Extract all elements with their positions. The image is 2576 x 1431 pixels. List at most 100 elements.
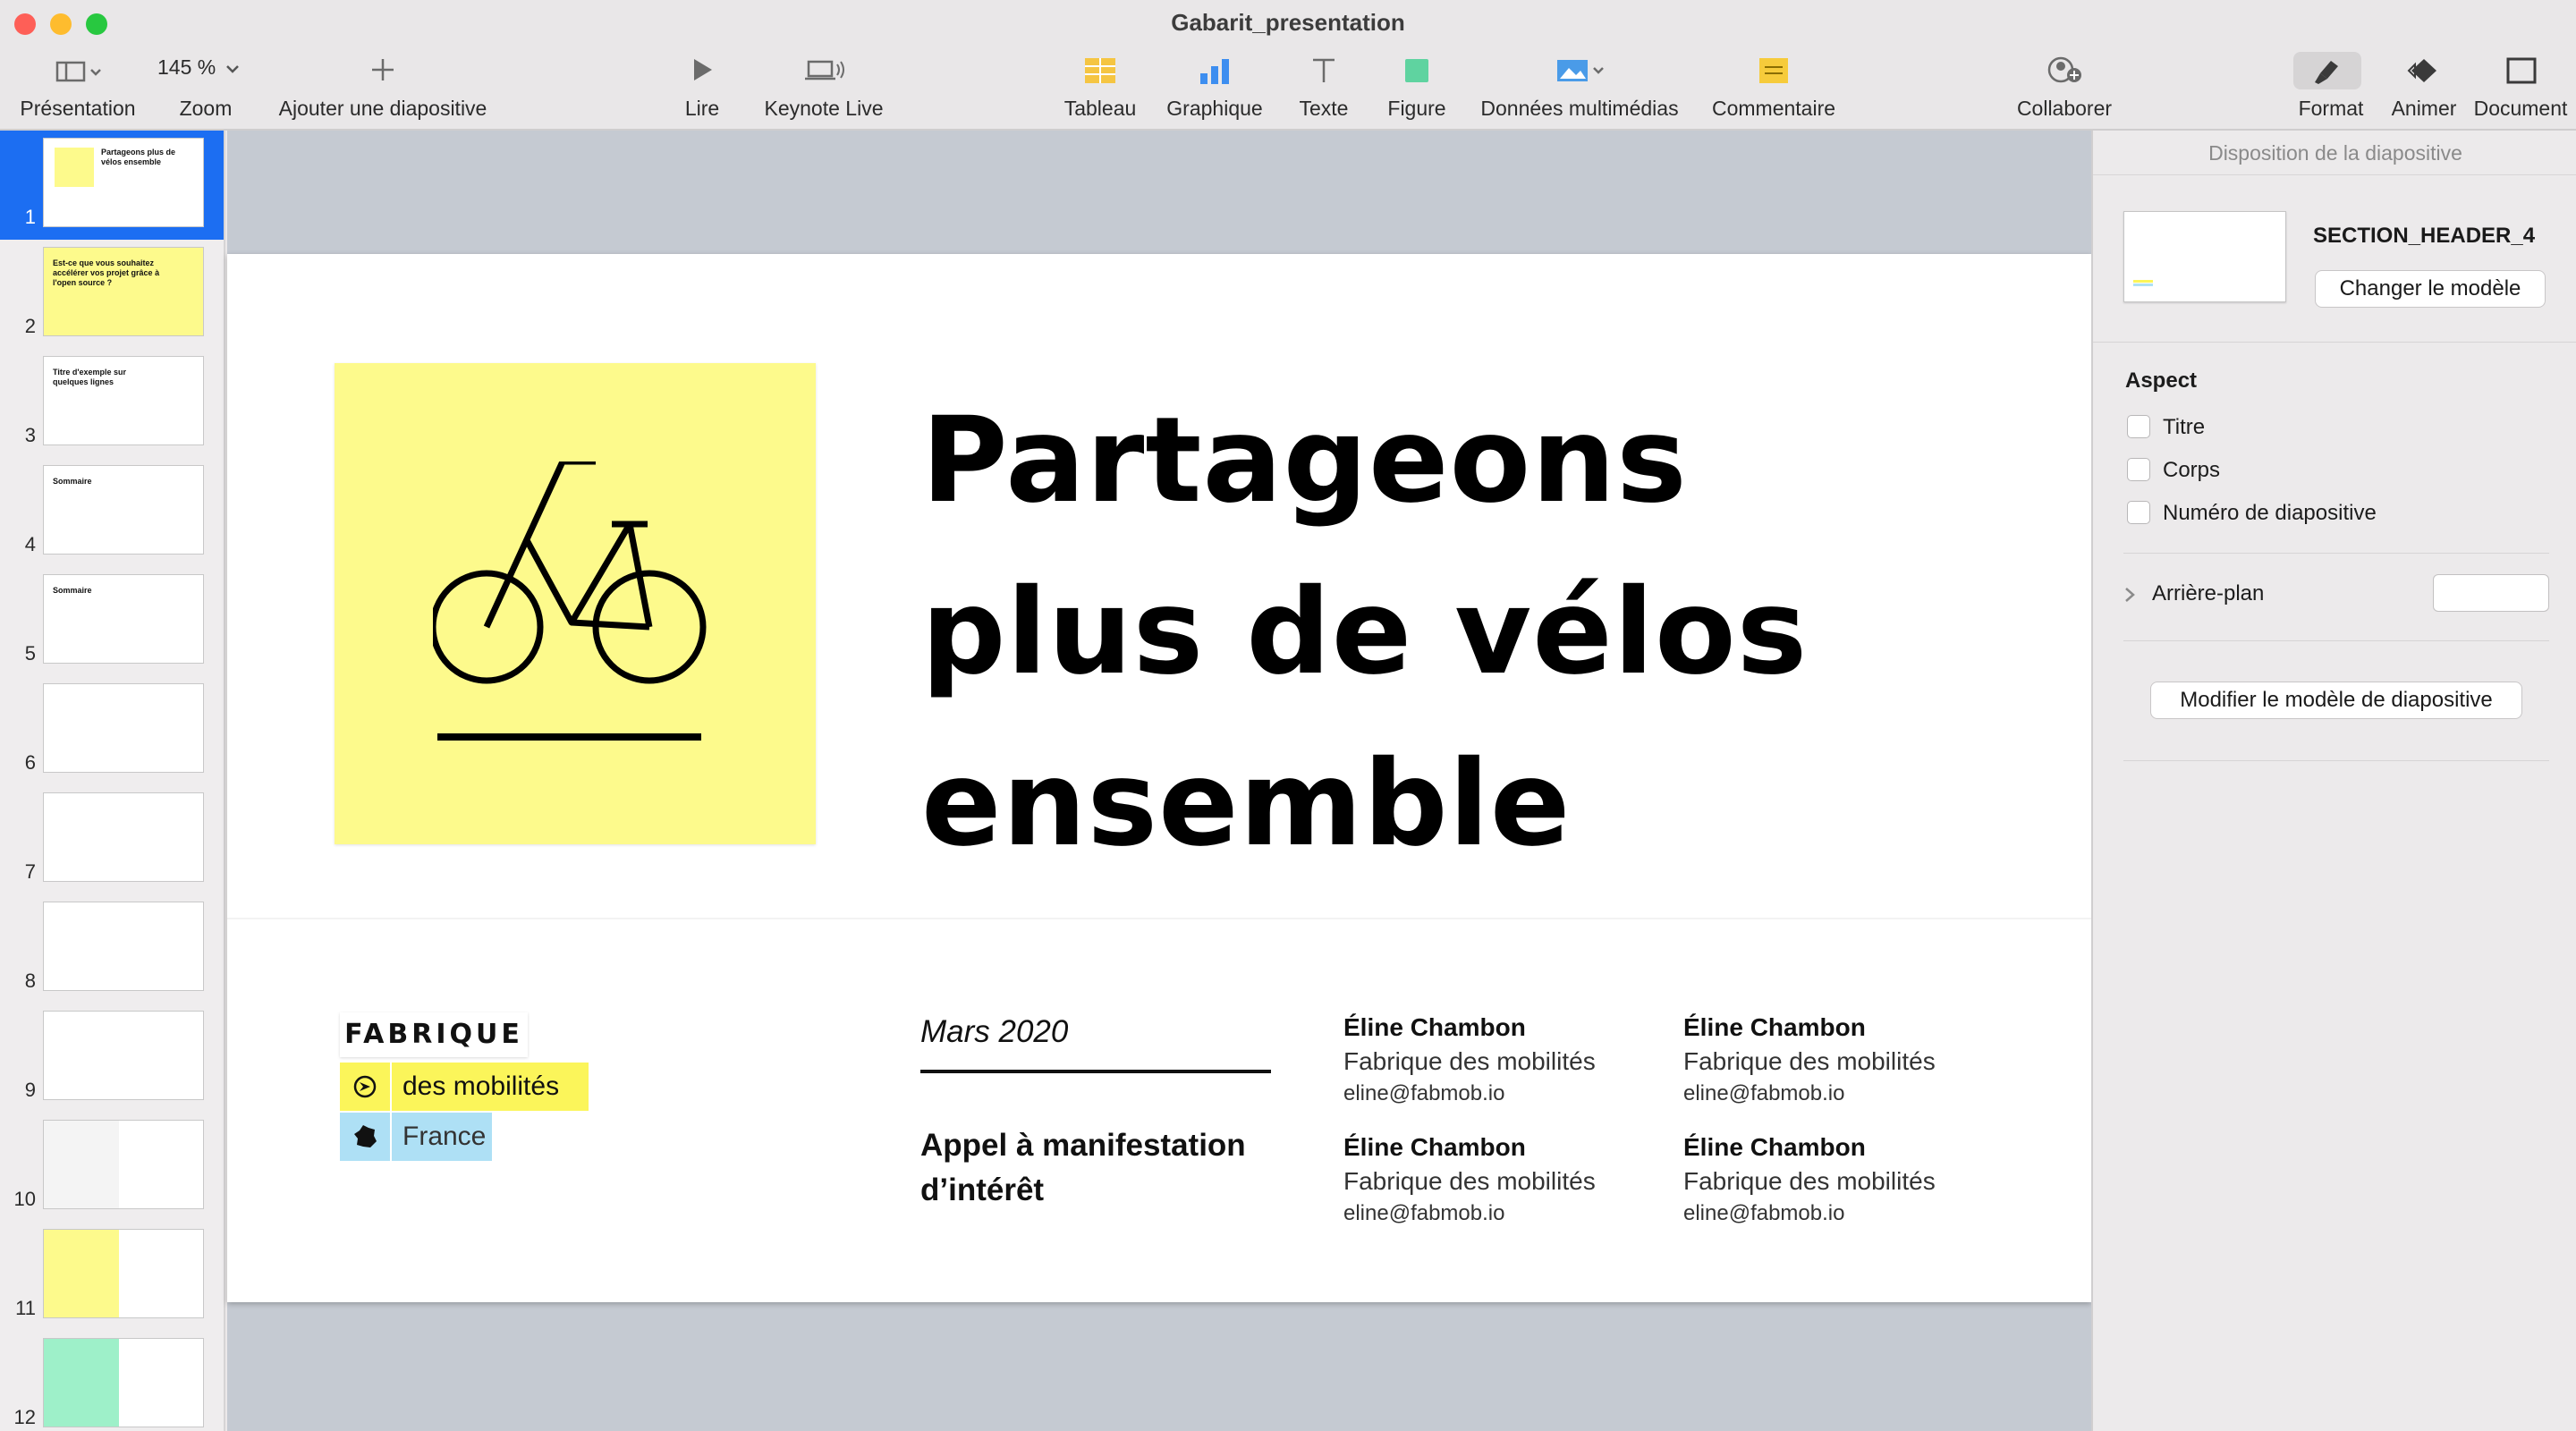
change-master-button[interactable]: Changer le modèle [2315,270,2546,308]
contact-card[interactable]: Éline Chambon Fabrique des mobilités eline… [1683,1130,2005,1229]
layout-thumbnail[interactable] [2123,211,2286,302]
zoom-value: 145 % [157,55,216,79]
slide-thumbnail[interactable]: Titre d'exemple sur quelques lignes [43,356,204,445]
slide-thumbnail-row[interactable]: 7 [0,785,224,894]
chevron-right-icon [2125,588,2135,602]
contact-name: Éline Chambon [1683,1133,1866,1161]
background-color-well[interactable] [2433,574,2549,612]
appearance-checkbox-row[interactable]: Numéro de diapositive [2127,499,2538,529]
slide-thumbnail-row[interactable]: 2 Est-ce que vous souhaitez accélérer vos… [0,240,224,349]
slide-thumbnail[interactable] [43,792,204,882]
slide-thumbnail[interactable] [43,1120,204,1209]
slide-thumbnail[interactable] [43,1338,204,1427]
slide-thumbnail-row[interactable]: 8 [0,894,224,1003]
zoom-control[interactable]: 145 % Zoom [152,52,259,123]
slide-thumbnail-row[interactable]: 10 [0,1113,224,1222]
slide-thumbnail-row[interactable]: 5 Sommaire [0,567,224,676]
title-line-3: ensemble [921,735,1572,873]
slide-thumbnail[interactable] [43,1011,204,1100]
comment-button[interactable]: Commentaire [1699,52,1848,123]
subtitle-line-2: d’intérêt [920,1173,1045,1207]
keynote-live-icon [805,60,844,80]
checkbox[interactable] [2127,415,2150,438]
slide-number: 8 [24,970,36,992]
format-button[interactable]: Format [2290,52,2372,123]
checkbox[interactable] [2127,501,2150,524]
france-map-icon [354,1125,377,1147]
shape-label: Figure [1387,97,1446,120]
slide-subtitle[interactable]: Appel à manifestation d’intérêt [920,1123,1332,1213]
slide[interactable]: Partageons plus de vélos ensemble FABRIQ… [227,254,2091,1302]
animate-icon [2407,59,2436,82]
slide-navigator: 1 Partageons plus de vélos ensemble 2 Est-c… [0,131,225,1431]
play-label: Lire [684,97,720,120]
contact-card[interactable]: Éline Chambon Fabrique des mobilités eline… [1343,1130,1665,1229]
slide-thumbnail[interactable]: Sommaire [43,574,204,664]
table-icon [1085,58,1115,83]
media-label: Données multimédias [1480,97,1679,120]
document-button[interactable]: Document [2470,52,2571,123]
slide-date[interactable]: Mars 2020 [920,1014,1278,1050]
slide-thumbnail-row[interactable]: 4 Sommaire [0,458,224,567]
contact-name: Éline Chambon [1683,1013,1866,1041]
appearance-checkbox-row[interactable]: Titre [2127,413,2538,444]
contact-email: eline@fabmob.io [1683,1081,1845,1105]
slide-thumbnail-title: Titre d'exemple sur quelques lignes [53,368,127,386]
checkbox-label: Corps [2163,458,2221,482]
slide-thumbnail-row[interactable]: 11 [0,1222,224,1331]
contact-name: Éline Chambon [1343,1013,1526,1041]
contact-organization: Fabrique des mobilités [1683,1167,1936,1195]
slide-thumbnail-row[interactable]: 6 [0,676,224,785]
contact-email: eline@fabmob.io [1343,1081,1505,1105]
slide-thumbnail[interactable] [43,1229,204,1318]
slide-thumbnail-title: Sommaire [53,586,92,595]
title-line-1: Partageons [921,392,1688,529]
media-icon [1557,60,1604,81]
collaborate-button[interactable]: Collaborer [2009,52,2120,123]
logo-france-tile [340,1113,390,1161]
keynote-live-button[interactable]: Keynote Live [757,52,891,123]
slide-thumbnail-row[interactable]: 3 Titre d'exemple sur quelques lignes [0,349,224,458]
slide-number: 1 [24,206,36,228]
text-button[interactable]: Texte [1279,52,1368,123]
shape-button[interactable]: Figure [1372,52,1462,123]
slide-thumbnail-row[interactable]: 9 [0,1003,224,1113]
slide-thumbnail[interactable]: Est-ce que vous souhaitez accélérer vos … [43,247,204,336]
collaborate-label: Collaborer [2016,97,2113,120]
background-label: Arrière-plan [2152,581,2265,605]
slide-number: 2 [24,315,36,337]
play-button[interactable]: Lire [671,52,733,123]
sidebar-view-icon [55,61,101,82]
contact-name: Éline Chambon [1343,1133,1526,1161]
slide-title[interactable]: Partageons plus de vélos ensemble [921,375,1995,890]
appearance-checkbox-row[interactable]: Corps [2127,456,2538,487]
subtitle-line-1: Appel à manifestation [920,1128,1246,1163]
window-toolbar: Gabarit_presentation Présentation 145 % … [0,0,2576,131]
chart-button[interactable]: Graphique [1159,52,1270,123]
chevron-down-icon [225,65,239,73]
slide-thumbnail-row[interactable]: 12 [0,1331,224,1431]
edit-master-button[interactable]: Modifier le modèle de diapositive [2150,682,2522,719]
checkbox[interactable] [2127,458,2150,481]
document-icon [2506,57,2537,84]
view-button[interactable]: Présentation [18,52,138,123]
add-slide-button[interactable]: Ajouter une diapositive [268,52,497,123]
format-label: Format [2298,97,2364,120]
background-section[interactable]: Arrière-plan [2123,574,2549,615]
slide-thumbnail[interactable]: Partageons plus de vélos ensemble [43,138,204,227]
plus-icon [372,59,394,80]
logo-compass-tile [340,1063,390,1111]
slide-thumbnail[interactable] [43,683,204,773]
animate-button[interactable]: Animer [2377,52,2470,123]
logo-fabrique: FABRIQUE [340,1012,528,1057]
bike-illustration-panel[interactable] [335,363,816,844]
slide-thumbnail[interactable]: Sommaire [43,465,204,555]
contact-card[interactable]: Éline Chambon Fabrique des mobilités eline… [1683,1011,2005,1109]
format-inspector: Disposition de la diapositive SECTION_HE… [2091,131,2576,1431]
media-button[interactable]: Données multimédias [1474,52,1685,123]
shape-icon [1405,59,1428,82]
slide-thumbnail[interactable] [43,902,204,991]
contact-card[interactable]: Éline Chambon Fabrique des mobilités eline… [1343,1011,1665,1109]
slide-thumbnail-row[interactable]: 1 Partageons plus de vélos ensemble [0,131,224,240]
table-button[interactable]: Tableau [1055,52,1145,123]
